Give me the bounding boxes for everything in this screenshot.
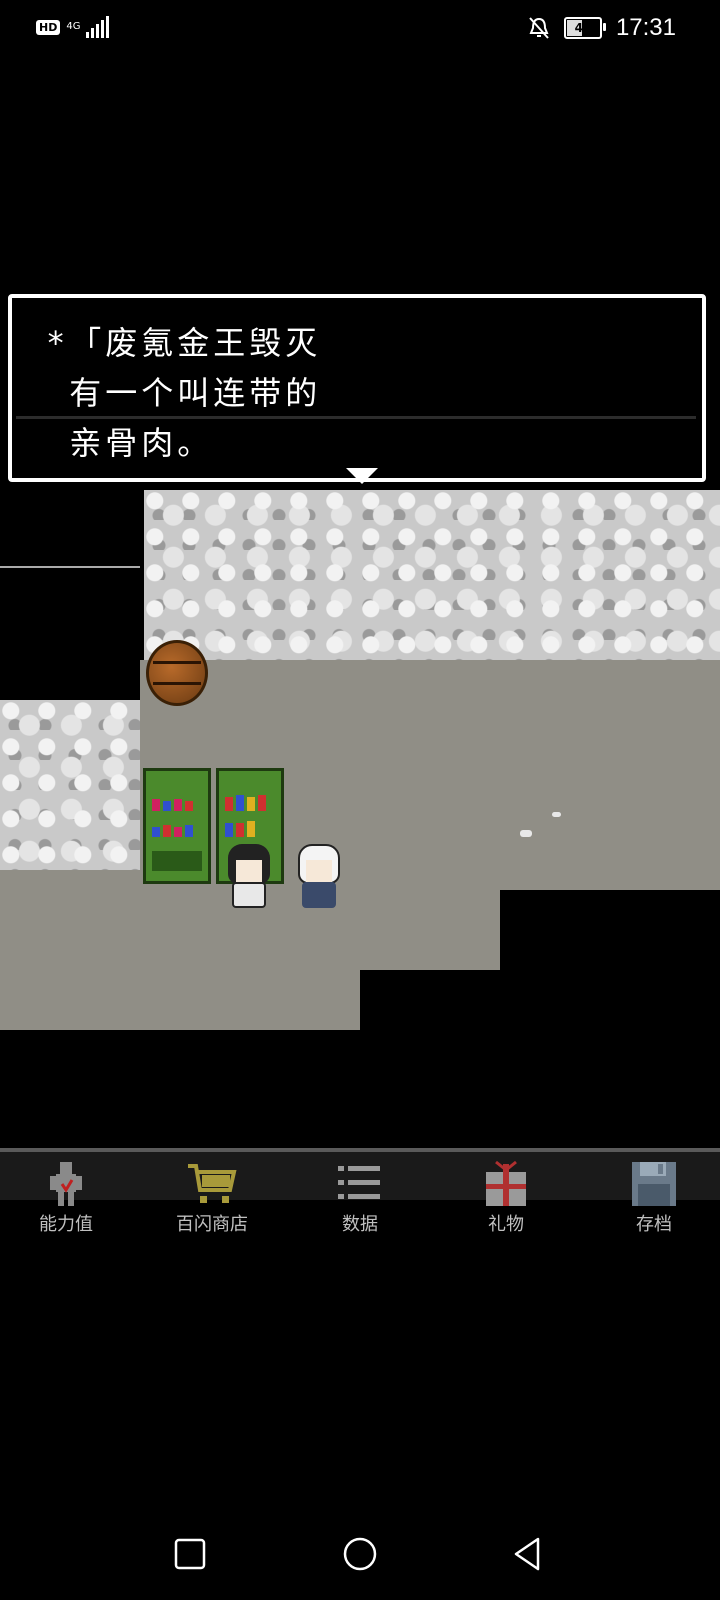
menu-item-stats[interactable]: 能力值 (6, 1160, 126, 1236)
menu-item-label: 百闪商店 (176, 1214, 248, 1235)
dark-haired-character[interactable] (222, 840, 276, 910)
cave-floor-step (360, 950, 500, 970)
network-type: 4G (66, 21, 81, 32)
game-menu: 能力值 百闪商店 数据 礼物 存档 (0, 1160, 720, 1240)
signal-icon (86, 16, 110, 38)
menu-item-data[interactable]: 数据 (300, 1160, 420, 1236)
mute-icon (529, 17, 549, 39)
recent-apps-icon[interactable] (170, 1534, 210, 1574)
dialog-box[interactable]: *「废氪金王毁灭 有一个叫连带的 亲骨肉。 (8, 294, 706, 484)
dialog-line-2: 有一个叫连带的 (46, 374, 322, 412)
menu-item-label: 礼物 (488, 1214, 524, 1235)
list-icon (334, 1160, 386, 1208)
cave-floor-bottom (0, 950, 360, 1030)
menu-item-gift[interactable]: 礼物 (446, 1160, 566, 1236)
system-navbar (0, 1520, 720, 1600)
barrel[interactable] (146, 640, 208, 706)
character-icon (40, 1160, 92, 1208)
menu-item-label: 能力值 (39, 1214, 93, 1235)
cart-icon (186, 1160, 238, 1208)
hd-badge: HD (36, 19, 61, 35)
clock: 17:31 (615, 14, 676, 41)
game-scene[interactable] (0, 490, 720, 1050)
dialog-text: *「废氪金王毁灭 有一个叫连带的 亲骨肉。 (46, 318, 321, 468)
battery-icon: 49 (563, 17, 606, 39)
dialog-line-3: 亲骨肉。 (46, 424, 214, 462)
dialog-line-1: *「废氪金王毁灭 (46, 324, 322, 362)
dialog-divider (16, 416, 696, 419)
continue-arrow-icon[interactable] (346, 468, 378, 484)
menu-item-label: 存档 (636, 1214, 672, 1235)
menu-item-save[interactable]: 存档 (594, 1160, 714, 1236)
potion-shelf[interactable] (143, 768, 211, 884)
home-icon[interactable] (340, 1534, 380, 1574)
menu-item-shop[interactable]: 百闪商店 (152, 1160, 272, 1236)
menu-item-label: 数据 (342, 1214, 378, 1235)
ledge-line (0, 566, 140, 568)
save-icon (628, 1160, 680, 1208)
white-haired-character[interactable] (292, 840, 346, 910)
gift-icon (480, 1160, 532, 1208)
rock-wall-upper (144, 490, 720, 660)
pebble (552, 812, 561, 817)
pebble (520, 830, 532, 837)
back-icon[interactable] (508, 1534, 548, 1574)
rock-wall-left (0, 700, 140, 872)
status-bar: HD 4G 49 17:31 (0, 0, 720, 56)
battery-percent: 49 (574, 21, 592, 35)
